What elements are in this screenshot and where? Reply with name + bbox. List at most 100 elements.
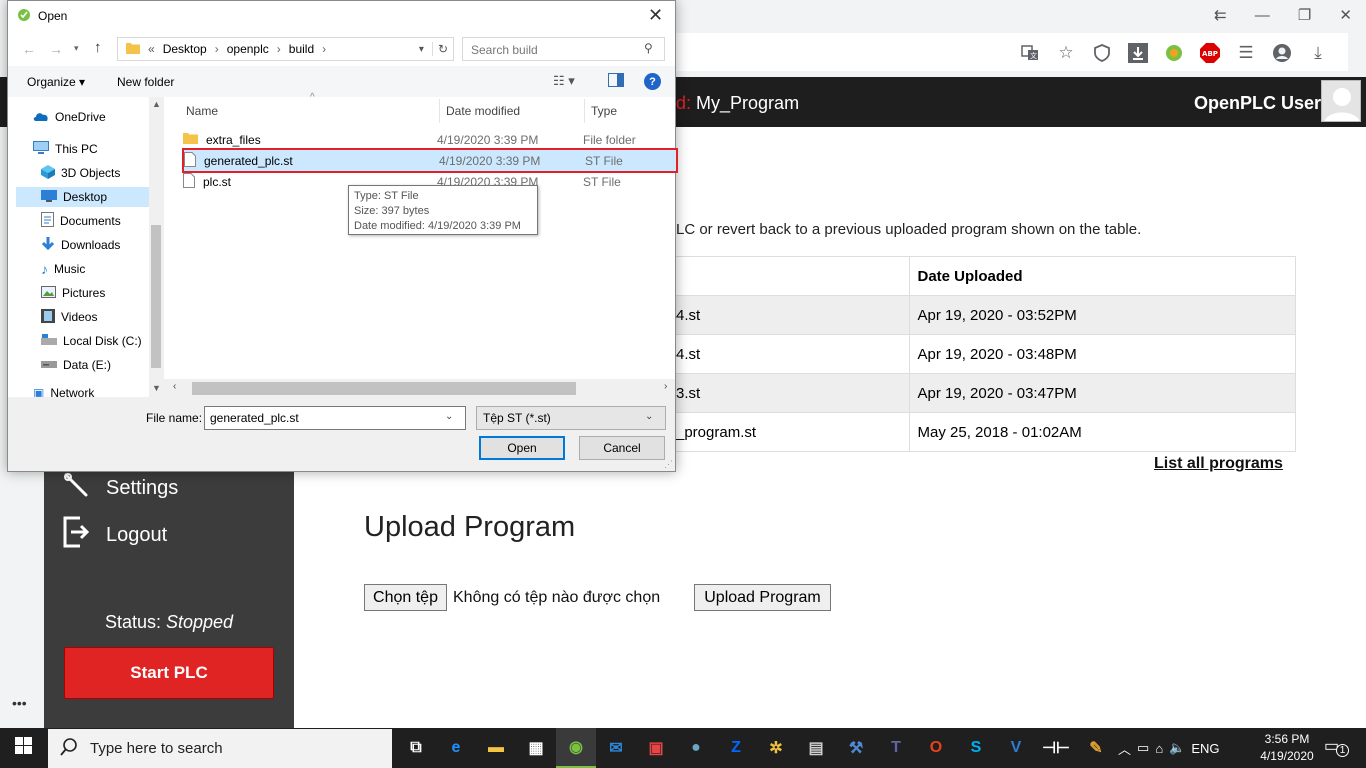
nav-item-3d-objects[interactable]: 3D Objects xyxy=(41,163,120,183)
recent-dropdown-icon[interactable]: ▾ xyxy=(74,43,79,54)
table-row[interactable]: 4.st Apr 19, 2020 - 03:52PM xyxy=(676,295,1296,335)
network-icon[interactable]: ⌂ xyxy=(1155,741,1163,756)
ladder-icon[interactable]: ⊣⊢ xyxy=(1036,728,1076,768)
clock[interactable]: 3:56 PM 4/19/2020 xyxy=(1252,731,1322,765)
volume-icon[interactable]: 🔈 xyxy=(1169,740,1185,756)
star-icon[interactable]: ☆ xyxy=(1048,40,1084,66)
notification-center[interactable]: ▭ 1 xyxy=(1324,736,1349,757)
skype-icon[interactable]: S xyxy=(956,728,996,768)
nav-scroll-thumb[interactable] xyxy=(151,225,161,368)
user-name[interactable]: OpenPLC User xyxy=(1194,93,1321,114)
filter-dropdown-icon[interactable]: ⌄ xyxy=(645,411,653,422)
window-back-icon[interactable]: ⇇ xyxy=(1214,6,1227,24)
coccoc-icon[interactable]: ◉ xyxy=(556,728,596,768)
search-input[interactable]: Search build xyxy=(462,37,665,61)
file-name-dropdown-icon[interactable]: ⌄ xyxy=(445,411,453,422)
breadcrumb-build[interactable]: build xyxy=(289,42,314,56)
chevron-up-icon[interactable]: ︿ xyxy=(1118,739,1131,758)
language-indicator[interactable]: ENG xyxy=(1191,741,1219,756)
back-arrow-icon[interactable]: ← xyxy=(22,41,36,57)
nav-item-pictures[interactable]: Pictures xyxy=(41,283,105,303)
column-header-type[interactable]: Type xyxy=(591,104,617,118)
scroll-left-icon[interactable]: ‹ xyxy=(173,381,176,392)
file-explorer-icon[interactable]: ▬ xyxy=(476,728,516,768)
new-folder-button[interactable]: New folder xyxy=(117,75,174,89)
upload-program-button[interactable]: Upload Program xyxy=(694,584,831,611)
nav-item-downloads[interactable]: Downloads xyxy=(41,235,120,255)
account-icon[interactable] xyxy=(1264,40,1300,66)
abp-icon[interactable]: ABP xyxy=(1192,40,1228,66)
close-button[interactable]: ✕ xyxy=(1339,6,1352,24)
breadcrumb-overflow[interactable]: « xyxy=(148,42,155,56)
table-row[interactable]: 3.st Apr 19, 2020 - 03:47PM xyxy=(676,373,1296,413)
tool-icon[interactable]: ✲ xyxy=(756,728,796,768)
playlist-icon[interactable]: ☰ xyxy=(1228,40,1264,66)
nav-item-onedrive[interactable]: OneDrive xyxy=(33,107,106,127)
taskbar-search[interactable]: Type here to search xyxy=(48,729,392,768)
choose-file-button[interactable]: Chọn tệp xyxy=(364,584,447,611)
dialog-close-icon[interactable]: ✕ xyxy=(648,5,663,26)
column-header-name[interactable]: Name xyxy=(186,104,218,118)
app-icon-red[interactable]: ▣ xyxy=(636,728,676,768)
up-arrow-icon[interactable]: ↑ xyxy=(94,39,102,56)
nav-item-this-pc[interactable]: This PC xyxy=(33,139,98,159)
usb-icon[interactable]: ▤ xyxy=(796,728,836,768)
start-button[interactable] xyxy=(0,728,47,768)
resize-grip-icon[interactable]: ⋰ xyxy=(664,459,673,470)
preview-pane-icon[interactable] xyxy=(608,73,624,90)
file-name-input[interactable]: generated_plc.st xyxy=(204,406,466,430)
zalo-icon[interactable]: Z xyxy=(716,728,756,768)
column-header-date[interactable]: Date modified xyxy=(446,104,520,118)
open-button[interactable]: Open xyxy=(479,436,565,460)
organize-button[interactable]: Organize ▾ xyxy=(27,75,85,89)
more-dots-icon[interactable]: ••• xyxy=(12,695,27,711)
file-type-filter[interactable]: Tệp ST (*.st) xyxy=(476,406,666,430)
table-row[interactable]: 4.st Apr 19, 2020 - 03:48PM xyxy=(676,334,1296,374)
start-plc-button[interactable]: Start PLC xyxy=(64,647,274,699)
column-divider[interactable] xyxy=(584,99,585,123)
shield-icon[interactable] xyxy=(1084,40,1120,66)
view-options-icon[interactable]: ☷ ▾ xyxy=(553,73,575,89)
mail-icon[interactable]: ✉ xyxy=(596,728,636,768)
file-row-extra-files[interactable]: extra_files 4/19/2020 3:39 PM File folde… xyxy=(183,129,676,150)
cancel-button[interactable]: Cancel xyxy=(579,436,665,460)
nav-item-local-disk[interactable]: Local Disk (C:) xyxy=(41,331,142,351)
chrome-ext-icon[interactable] xyxy=(1156,40,1192,66)
horizontal-scroll-thumb[interactable] xyxy=(192,382,576,395)
scroll-down-icon[interactable]: ▼ xyxy=(152,383,161,393)
teams-icon[interactable]: T xyxy=(876,728,916,768)
store-icon[interactable]: ▦ xyxy=(516,728,556,768)
nav-item-desktop[interactable]: Desktop xyxy=(16,187,154,207)
column-divider[interactable] xyxy=(439,99,440,123)
edge-icon[interactable]: e xyxy=(436,728,476,768)
file-row-generated-plc[interactable]: generated_plc.st 4/19/2020 3:39 PM ST Fi… xyxy=(182,148,678,173)
sidebar-item-logout[interactable]: Logout xyxy=(62,516,167,554)
sidebar-item-settings[interactable]: Settings xyxy=(62,471,178,505)
refresh-icon[interactable]: ↻ xyxy=(431,42,453,56)
nav-item-music[interactable]: ♪ Music xyxy=(41,259,85,279)
task-view-icon[interactable]: ⧉ xyxy=(396,728,436,768)
paint-icon[interactable]: ✎ xyxy=(1076,728,1116,768)
download-box-icon[interactable] xyxy=(1120,40,1156,66)
battery-icon[interactable]: ▭ xyxy=(1137,740,1149,756)
office-icon[interactable]: O xyxy=(916,728,956,768)
list-all-programs-link[interactable]: List all programs xyxy=(1154,455,1283,473)
nav-item-data-e[interactable]: Data (E:) xyxy=(41,355,111,375)
forward-arrow-icon[interactable]: → xyxy=(49,41,63,57)
vs-icon[interactable]: V xyxy=(996,728,1036,768)
scroll-up-icon[interactable]: ▲ xyxy=(152,99,161,109)
avatar[interactable] xyxy=(1321,80,1361,122)
globe-icon[interactable]: ● xyxy=(676,728,716,768)
table-row[interactable]: _program.st May 25, 2018 - 01:02AM xyxy=(676,412,1296,452)
restore-button[interactable]: ❐ xyxy=(1298,6,1311,24)
path-dropdown-icon[interactable]: ▾ xyxy=(419,44,424,55)
network-app-icon[interactable]: ⚒ xyxy=(836,728,876,768)
nav-item-documents[interactable]: Documents xyxy=(41,211,121,231)
nav-item-videos[interactable]: Videos xyxy=(41,307,97,327)
nav-item-network[interactable]: ▣ Network xyxy=(33,386,94,397)
breadcrumb-openplc[interactable]: openplc xyxy=(227,42,269,56)
help-icon[interactable]: ? xyxy=(644,73,661,90)
breadcrumb-desktop[interactable]: Desktop xyxy=(163,42,207,56)
translate-icon[interactable]: 文 xyxy=(1012,40,1048,66)
download-icon[interactable]: ⤓ xyxy=(1300,40,1336,66)
